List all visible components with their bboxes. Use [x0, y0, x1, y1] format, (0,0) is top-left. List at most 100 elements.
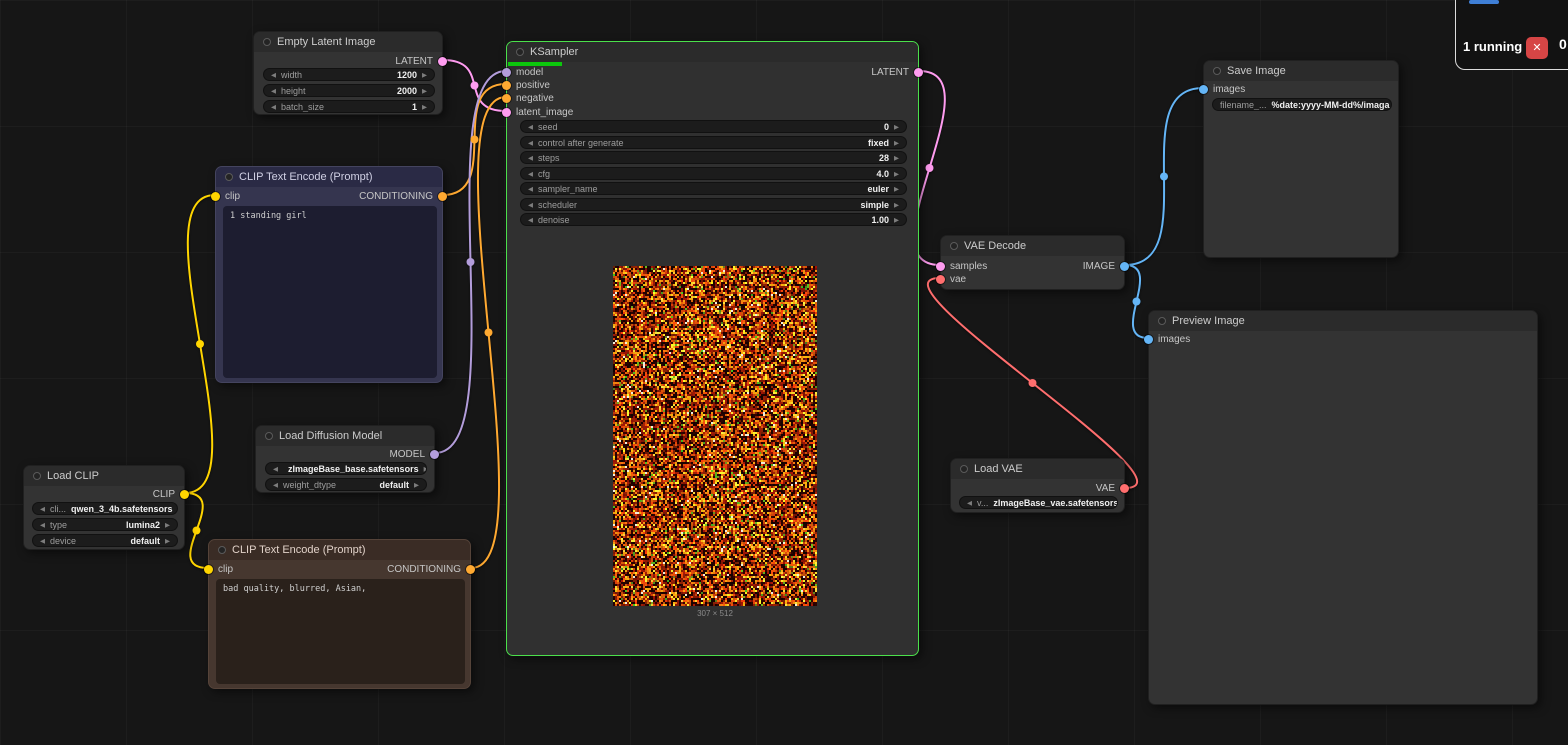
input-positive[interactable]: positive	[502, 78, 550, 92]
clip-output-dot[interactable]	[180, 490, 189, 499]
positive-input-dot[interactable]	[502, 81, 511, 90]
image-output-dot[interactable]	[1120, 262, 1129, 271]
output-conditioning[interactable]: CONDITIONING	[359, 189, 447, 203]
decrement-icon[interactable]: ◀	[528, 216, 533, 224]
increment-icon[interactable]: ▶	[894, 123, 899, 131]
node-ksampler[interactable]: KSampler model positive negative latent_…	[506, 41, 919, 656]
cfg-widget[interactable]: ◀ cfg 4.0 ▶	[520, 167, 907, 180]
seed-widget[interactable]: ◀ seed 0 ▶	[520, 120, 907, 133]
input-clip[interactable]: clip	[204, 562, 233, 576]
node-save-image[interactable]: Save Image images filename_... %date:yyy…	[1203, 60, 1399, 258]
output-latent[interactable]: LATENT	[871, 65, 923, 79]
prompt-textarea[interactable]: bad quality, blurred, Asian,	[216, 579, 465, 684]
node-clip-text-encode-positive[interactable]: CLIP Text Encode (Prompt) clip CONDITION…	[215, 166, 443, 383]
increment-icon[interactable]: ▶	[422, 103, 427, 111]
next-option-icon[interactable]: ▶	[894, 201, 899, 209]
next-option-icon[interactable]: ▶	[165, 521, 170, 529]
images-input-dot[interactable]	[1144, 335, 1153, 344]
control-after-generate-widget[interactable]: ◀ control after generate fixed ▶	[520, 136, 907, 149]
input-model[interactable]: model	[502, 65, 543, 79]
samples-input-dot[interactable]	[936, 262, 945, 271]
prev-option-icon[interactable]: ◀	[273, 481, 278, 489]
latent-input-dot[interactable]	[502, 108, 511, 117]
node-title-bar[interactable]: Load CLIP	[24, 466, 184, 486]
model-input-dot[interactable]	[502, 68, 511, 77]
model-output-dot[interactable]	[430, 450, 439, 459]
prev-option-icon[interactable]: ◀	[528, 139, 533, 147]
scheduler-widget[interactable]: ◀ scheduler simple ▶	[520, 198, 907, 211]
node-empty-latent-image[interactable]: Empty Latent Image LATENT ◀ width 1200 ▶…	[253, 31, 443, 115]
collapse-dot[interactable]	[950, 242, 958, 250]
negative-input-dot[interactable]	[502, 94, 511, 103]
node-title-bar[interactable]: VAE Decode	[941, 236, 1124, 256]
prev-option-icon[interactable]: ◀	[40, 537, 45, 545]
collapse-dot[interactable]	[1158, 317, 1166, 325]
decrement-icon[interactable]: ◀	[528, 170, 533, 178]
height-widget[interactable]: ◀ height 2000 ▶	[263, 84, 435, 97]
decrement-icon[interactable]: ◀	[528, 154, 533, 162]
cancel-run-button[interactable]: ✕	[1526, 37, 1548, 59]
decrement-icon[interactable]: ◀	[271, 71, 276, 79]
next-option-icon[interactable]: ▶	[894, 185, 899, 193]
output-image[interactable]: IMAGE	[1083, 259, 1129, 273]
node-title-bar[interactable]: Preview Image	[1149, 311, 1537, 331]
conditioning-output-dot[interactable]	[438, 192, 447, 201]
vae-name-widget[interactable]: ◀ v... zImageBase_vae.safetensors ▶	[959, 496, 1118, 509]
unet-name-widget[interactable]: ◀ zImageBase_base.safetensors ▶	[265, 462, 427, 475]
weight-dtype-widget[interactable]: ◀ weight_dtype default ▶	[265, 478, 427, 491]
batch-size-widget[interactable]: ◀ batch_size 1 ▶	[263, 100, 435, 113]
node-title-bar[interactable]: CLIP Text Encode (Prompt)	[209, 540, 470, 560]
decrement-icon[interactable]: ◀	[271, 103, 276, 111]
node-title-bar[interactable]: Load Diffusion Model	[256, 426, 434, 446]
collapse-dot[interactable]	[265, 432, 273, 440]
increment-icon[interactable]: ▶	[894, 216, 899, 224]
node-load-vae[interactable]: Load VAE VAE ◀ v... zImageBase_vae.safet…	[950, 458, 1125, 513]
prompt-textarea[interactable]: 1 standing girl	[223, 206, 437, 378]
decrement-icon[interactable]: ◀	[528, 123, 533, 131]
collapse-dot[interactable]	[33, 472, 41, 480]
clip-input-dot[interactable]	[211, 192, 220, 201]
clip-input-dot[interactable]	[204, 565, 213, 574]
device-widget[interactable]: ◀ device default ▶	[32, 534, 178, 547]
collapse-dot[interactable]	[516, 48, 524, 56]
denoise-widget[interactable]: ◀ denoise 1.00 ▶	[520, 213, 907, 226]
prev-option-icon[interactable]: ◀	[40, 505, 45, 513]
output-model[interactable]: MODEL	[389, 447, 439, 461]
vae-input-dot[interactable]	[936, 275, 945, 284]
node-load-diffusion-model[interactable]: Load Diffusion Model MODEL ◀ zImageBase_…	[255, 425, 435, 493]
collapse-dot[interactable]	[960, 465, 968, 473]
node-title-bar[interactable]: CLIP Text Encode (Prompt)	[216, 167, 442, 187]
node-clip-text-encode-negative[interactable]: CLIP Text Encode (Prompt) clip CONDITION…	[208, 539, 471, 689]
prev-option-icon[interactable]: ◀	[967, 499, 972, 507]
width-widget[interactable]: ◀ width 1200 ▶	[263, 68, 435, 81]
node-title-bar[interactable]: Save Image	[1204, 61, 1398, 81]
node-title-bar[interactable]: Load VAE	[951, 459, 1124, 479]
node-preview-image[interactable]: Preview Image images	[1148, 310, 1538, 705]
decrement-icon[interactable]: ◀	[271, 87, 276, 95]
node-vae-decode[interactable]: VAE Decode samples vae IMAGE	[940, 235, 1125, 290]
sampler-name-widget[interactable]: ◀ sampler_name euler ▶	[520, 182, 907, 195]
vae-output-dot[interactable]	[1120, 484, 1129, 493]
input-latent-image[interactable]: latent_image	[502, 105, 573, 119]
prev-option-icon[interactable]: ◀	[528, 201, 533, 209]
next-option-icon[interactable]: ▶	[414, 481, 419, 489]
output-vae[interactable]: VAE	[1096, 481, 1129, 495]
increment-icon[interactable]: ▶	[894, 154, 899, 162]
prev-option-icon[interactable]: ◀	[273, 465, 278, 473]
node-load-clip[interactable]: Load CLIP CLIP ◀ cli... qwen_3_4b.safete…	[23, 465, 185, 550]
filename-prefix-widget[interactable]: filename_... %date:yyyy-MM-dd%/imaga	[1212, 98, 1392, 111]
next-option-icon[interactable]: ▶	[894, 139, 899, 147]
node-title-bar[interactable]: KSampler	[507, 42, 918, 62]
collapse-dot[interactable]	[1213, 67, 1221, 75]
next-option-icon[interactable]: ▶	[165, 537, 170, 545]
input-negative[interactable]: negative	[502, 91, 554, 105]
latent-output-dot[interactable]	[914, 68, 923, 77]
prev-option-icon[interactable]: ◀	[40, 521, 45, 529]
output-conditioning[interactable]: CONDITIONING	[387, 562, 475, 576]
increment-icon[interactable]: ▶	[894, 170, 899, 178]
output-latent[interactable]: LATENT	[395, 54, 447, 68]
increment-icon[interactable]: ▶	[422, 87, 427, 95]
increment-icon[interactable]: ▶	[422, 71, 427, 79]
steps-widget[interactable]: ◀ steps 28 ▶	[520, 151, 907, 164]
prev-option-icon[interactable]: ◀	[528, 185, 533, 193]
